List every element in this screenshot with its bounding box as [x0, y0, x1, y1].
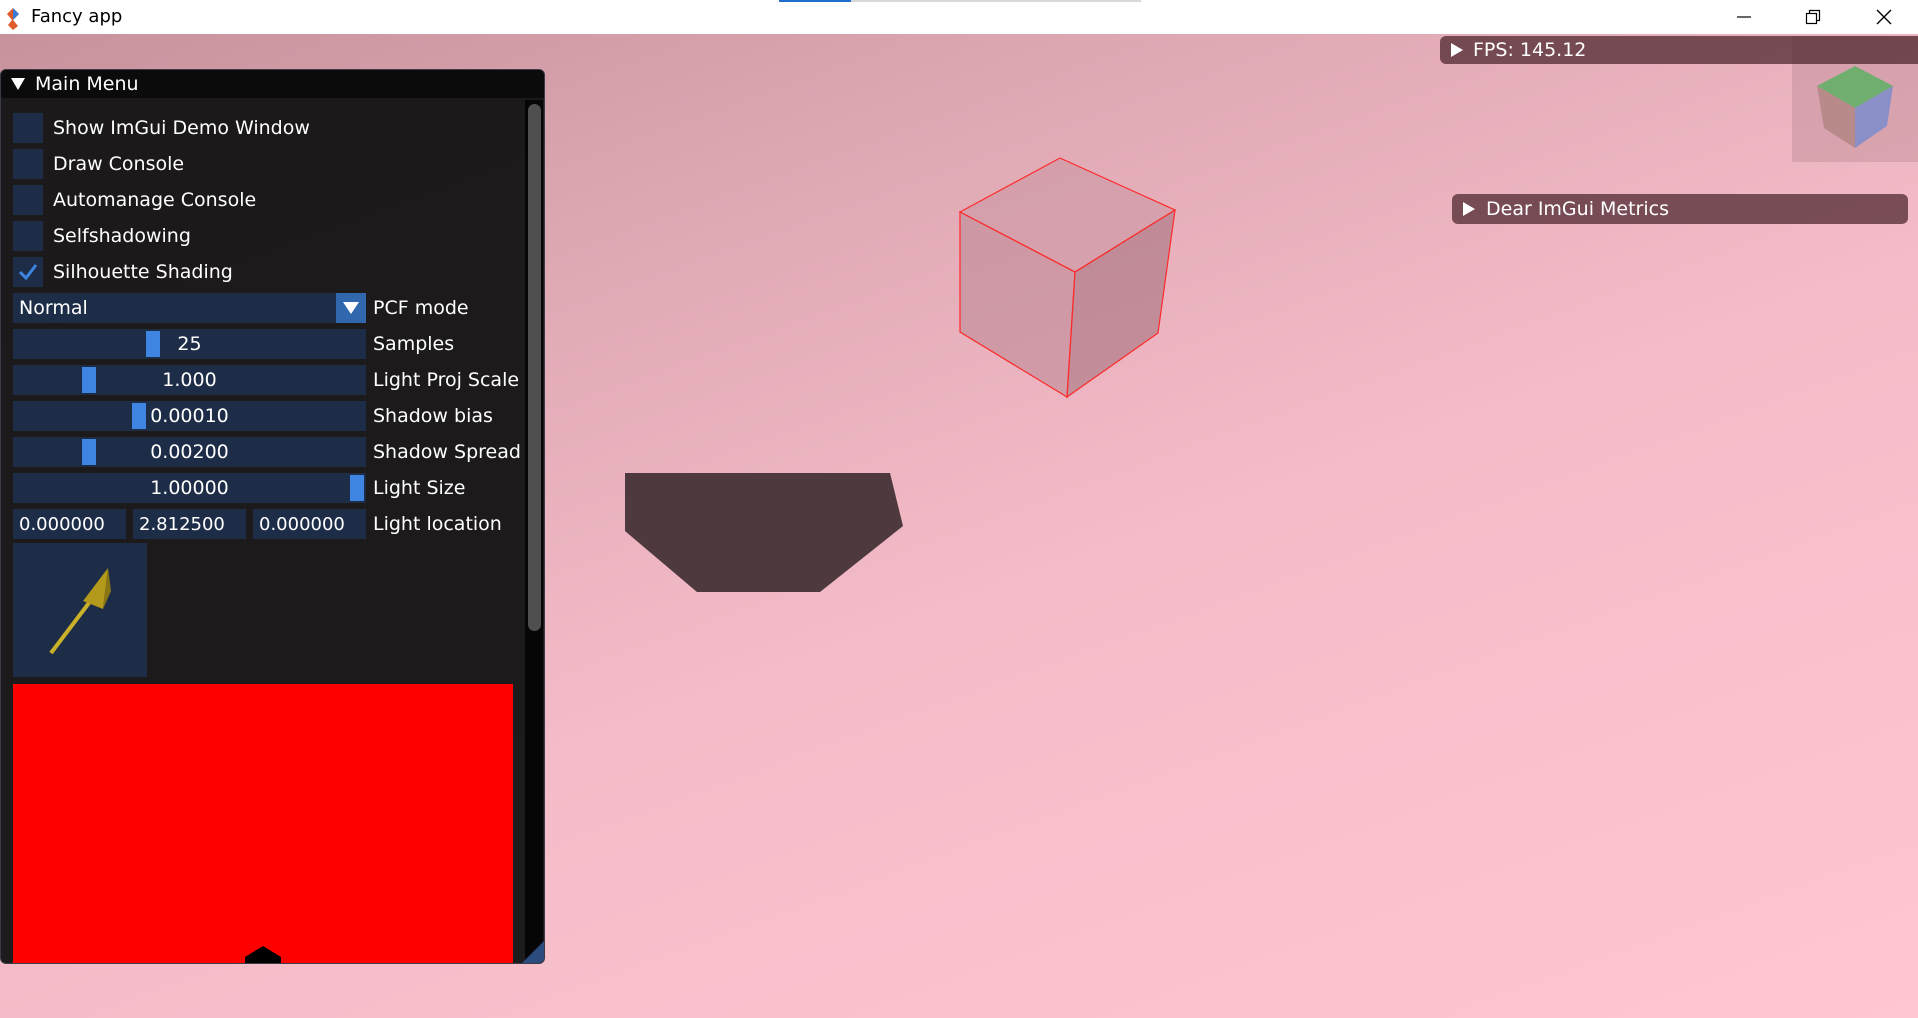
minimize-icon [1737, 16, 1751, 18]
checkbox-box[interactable] [13, 185, 43, 215]
hexagon-shadow [625, 473, 903, 592]
pcf-mode-combo[interactable]: Normal [13, 293, 366, 323]
scrollbar-grab[interactable] [528, 104, 541, 631]
light-size-slider[interactable]: 1.00000 [13, 473, 366, 503]
direction-arrow-icon [49, 568, 111, 655]
restore-icon [1805, 9, 1821, 25]
slider-value: 0.00010 [150, 405, 229, 427]
collapse-triangle-icon[interactable] [11, 77, 25, 91]
checkbox-box[interactable] [13, 257, 43, 287]
shadow-spread-label: Shadow Spread [373, 441, 521, 463]
combo-arrow-button[interactable] [336, 293, 366, 323]
light-size-label: Light Size [373, 477, 466, 499]
samples-label: Samples [373, 333, 455, 355]
shadow-spread-slider[interactable]: 0.00200 [13, 437, 366, 467]
slider-value: 1.000 [162, 369, 217, 391]
minimize-button[interactable] [1716, 0, 1772, 34]
checkbox-show-demo-window[interactable]: Show ImGui Demo Window [13, 113, 310, 143]
checkbox-label: Draw Console [53, 153, 185, 175]
light-location-z-input[interactable]: 0.000000 [253, 509, 366, 539]
fps-label: FPS: 145.12 [1473, 39, 1587, 61]
checkmark-icon [18, 264, 38, 281]
checkbox-label: Show ImGui Demo Window [53, 117, 310, 139]
close-icon [1876, 9, 1892, 25]
shadow-map-shape [245, 946, 281, 963]
checkbox-silhouette-shading[interactable]: Silhouette Shading [13, 257, 233, 287]
light-location-y-input[interactable]: 2.812500 [133, 509, 246, 539]
light-proj-scale-slider[interactable]: 1.000 [13, 365, 366, 395]
samples-slider[interactable]: 25 [13, 329, 366, 359]
main-menu-title: Main Menu [35, 73, 139, 95]
fps-window[interactable]: FPS: 145.12 [1440, 36, 1918, 64]
slider-value: 1.00000 [150, 477, 229, 499]
checkbox-label: Automanage Console [53, 189, 257, 211]
checkbox-draw-console[interactable]: Draw Console [13, 149, 184, 179]
combo-value: Normal [19, 297, 88, 319]
main-menu-header[interactable]: Main Menu [1, 70, 544, 98]
slider-value: 0.00200 [150, 441, 229, 463]
checkbox-box[interactable] [13, 221, 43, 251]
checkbox-label: Silhouette Shading [53, 261, 233, 283]
title-progress-track [851, 0, 1141, 2]
title-bar: Fancy app [0, 0, 1918, 34]
app-title: Fancy app [31, 6, 123, 27]
close-button[interactable] [1856, 0, 1912, 34]
restore-button[interactable] [1785, 0, 1841, 34]
slider-value: 25 [177, 333, 202, 355]
light-location-x-input[interactable]: 0.000000 [13, 509, 126, 539]
resize-grip[interactable] [522, 941, 544, 963]
metrics-label: Dear ImGui Metrics [1486, 198, 1669, 220]
metrics-window[interactable]: Dear ImGui Metrics [1452, 194, 1908, 224]
light-location-label: Light location [373, 513, 502, 535]
main-menu-window[interactable]: Main Menu Show ImGui Demo Window Draw Co… [0, 69, 545, 964]
light-proj-scale-label: Light Proj Scale [373, 369, 520, 391]
checkbox-box[interactable] [13, 149, 43, 179]
pcf-mode-label: PCF mode [373, 297, 469, 319]
checkbox-box[interactable] [13, 113, 43, 143]
checkbox-label: Selfshadowing [53, 225, 191, 247]
app-icon [7, 8, 19, 30]
shadow-map-preview [13, 684, 513, 963]
shadow-bias-label: Shadow bias [373, 405, 493, 427]
checkbox-automanage-console[interactable]: Automanage Console [13, 185, 256, 215]
expand-triangle-icon [1463, 202, 1475, 216]
3d-viewport[interactable]: FPS: 145.12 Dear ImGui Metrics Main Menu… [0, 34, 1918, 1018]
light-direction-gizmo[interactable] [13, 543, 147, 677]
expand-triangle-icon [1451, 43, 1463, 57]
chevron-down-icon [343, 302, 359, 314]
checkbox-selfshadowing[interactable]: Selfshadowing [13, 221, 191, 251]
shadow-bias-slider[interactable]: 0.00010 [13, 401, 366, 431]
title-progress-indicator [779, 0, 851, 2]
